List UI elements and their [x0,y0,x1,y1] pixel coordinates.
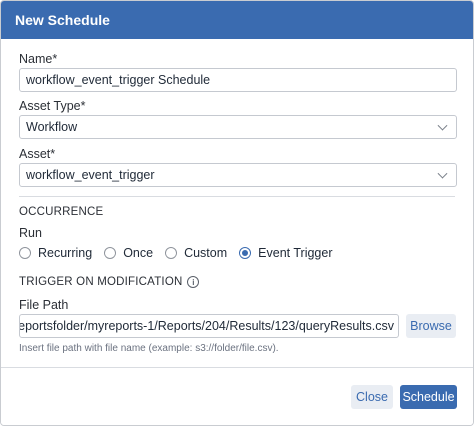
section-divider [19,196,455,197]
radio-once[interactable]: Once [104,246,153,260]
asset-type-value: Workflow [26,120,78,134]
close-button[interactable]: Close [351,385,393,409]
browse-button[interactable]: Browse [406,314,456,338]
file-path-value: iyod/Data/Reportsfolder/myreports-1/Repo… [19,319,394,333]
chevron-down-icon [437,168,448,179]
info-icon[interactable]: i [187,276,200,288]
name-input[interactable]: workflow_event_trigger Schedule [19,68,457,92]
new-schedule-dialog: New Schedule Name* workflow_event_trigge… [0,0,474,426]
radio-button[interactable] [104,247,117,259]
file-path-hint: Insert file path with file name (example… [19,343,279,354]
run-radio-group: Recurring Once Custom Event Trigger [19,246,345,260]
chevron-down-icon [437,120,448,131]
dialog-footer: Close Schedule [1,367,473,425]
file-path-label: File Path [19,298,69,312]
asset-value: workflow_event_trigger [26,168,155,182]
asset-type-select[interactable]: Workflow [19,115,457,139]
schedule-button[interactable]: Schedule [400,385,457,409]
radio-event-trigger[interactable]: Event Trigger [239,246,333,260]
run-label: Run [19,226,42,240]
radio-button[interactable] [19,247,31,259]
name-input-value: workflow_event_trigger Schedule [26,73,211,87]
radio-label: Custom [184,246,228,260]
asset-type-label: Asset Type* [19,99,86,113]
radio-label: Once [123,246,154,260]
trigger-section-title-row: TRIGGER ON MODIFICATION i [19,276,200,288]
occurrence-section-title: OCCURRENCE [19,206,104,218]
name-label: Name* [19,52,58,66]
asset-label: Asset* [19,147,56,161]
radio-label: Event Trigger [258,246,333,260]
radio-button[interactable] [165,247,178,259]
dialog-header: New Schedule [1,1,473,39]
asset-select[interactable]: workflow_event_trigger [19,163,457,187]
radio-recurring[interactable]: Recurring [19,246,92,260]
file-path-input[interactable]: iyod/Data/Reportsfolder/myreports-1/Repo… [19,314,399,338]
trigger-section-title: TRIGGER ON MODIFICATION [19,276,183,288]
dialog-body: Name* workflow_event_trigger Schedule As… [1,39,473,367]
radio-button-selected[interactable] [239,247,252,259]
radio-custom[interactable]: Custom [165,246,227,260]
dialog-title: New Schedule [15,12,110,28]
radio-label: Recurring [38,246,93,260]
